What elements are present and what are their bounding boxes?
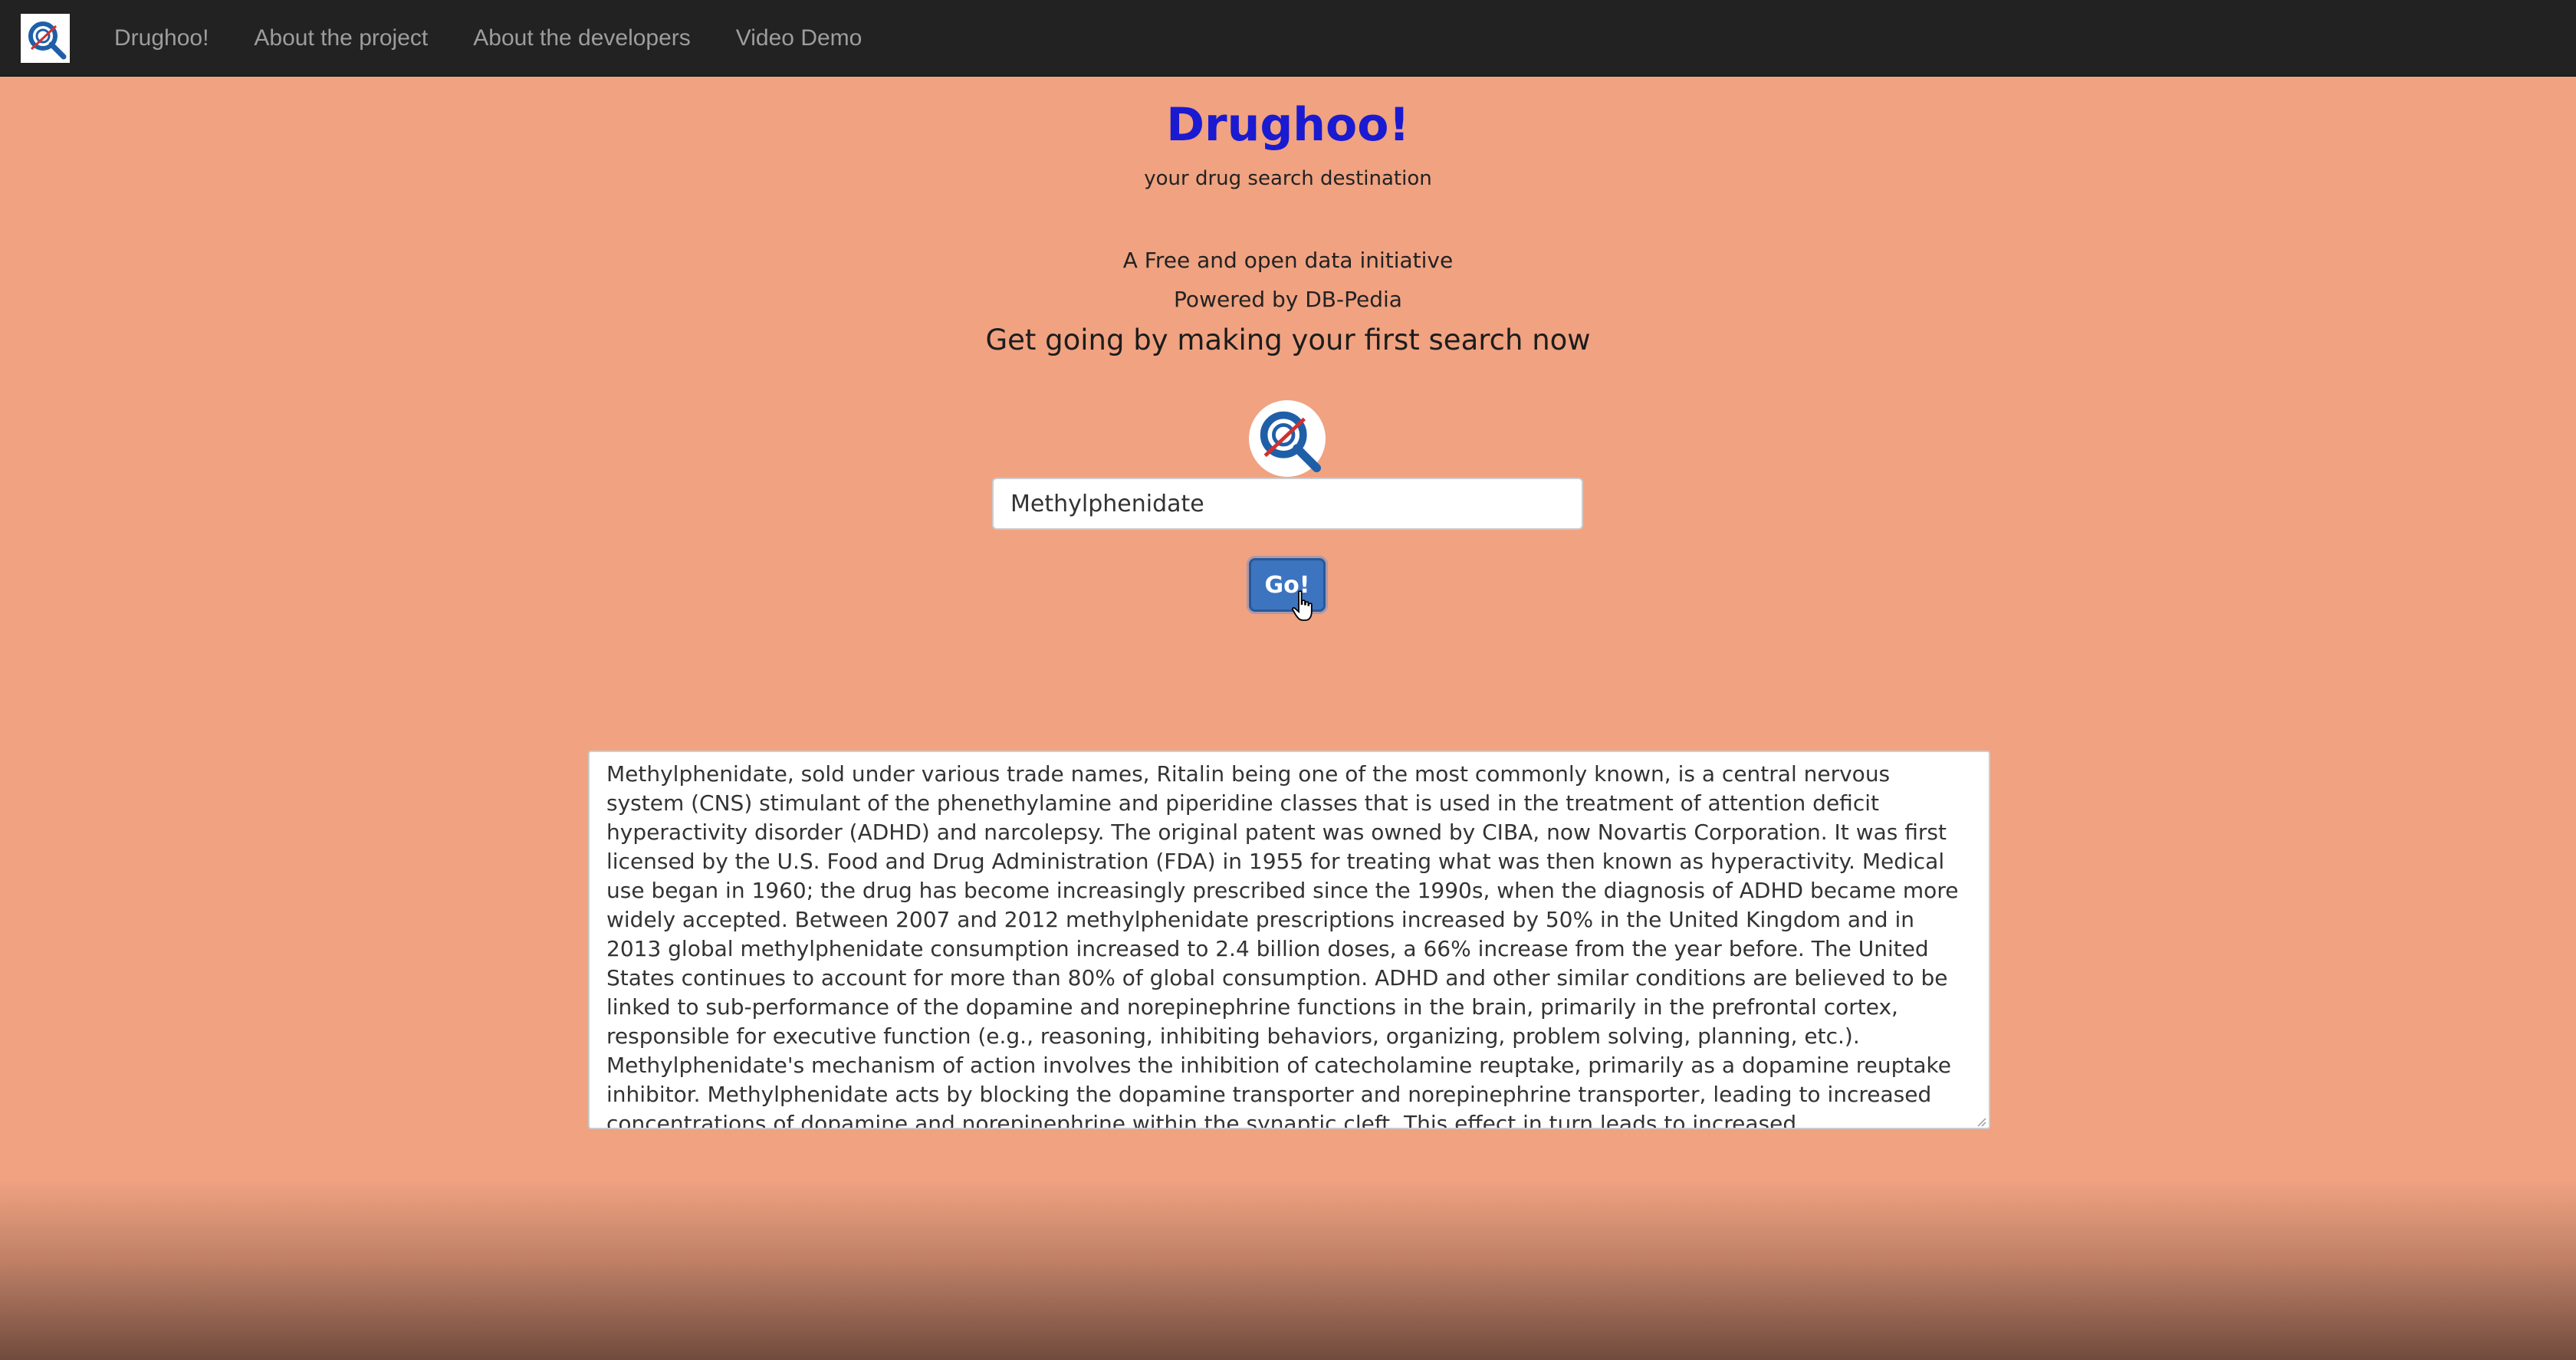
nav-item-video-demo[interactable]: Video Demo — [736, 25, 863, 51]
top-navbar: Drughoo! About the project About the dev… — [0, 0, 2576, 77]
drug-description-textarea[interactable] — [588, 751, 1990, 1129]
page-title: Drughoo! — [1166, 98, 1410, 152]
page-subtitle: your drug search destination — [1144, 167, 1432, 190]
nav-item-drughoo[interactable]: Drughoo! — [114, 25, 209, 51]
drughoo-logo-icon[interactable] — [21, 13, 70, 63]
bottom-shadow — [0, 1181, 2576, 1360]
hand-cursor-icon — [1291, 590, 1313, 621]
call-to-action: Get going by making your first search no… — [985, 324, 1591, 356]
tagline-open-data: A Free and open data initiative — [1122, 248, 1454, 273]
tagline-powered-by: Powered by DB-Pedia — [1174, 287, 1402, 312]
resize-handle-icon[interactable] — [1973, 1114, 1987, 1128]
nav-item-about-project[interactable]: About the project — [254, 25, 428, 51]
search-input[interactable] — [992, 478, 1583, 530]
nav-item-about-developers[interactable]: About the developers — [473, 25, 691, 51]
drughoo-logo-icon — [1249, 400, 1326, 477]
